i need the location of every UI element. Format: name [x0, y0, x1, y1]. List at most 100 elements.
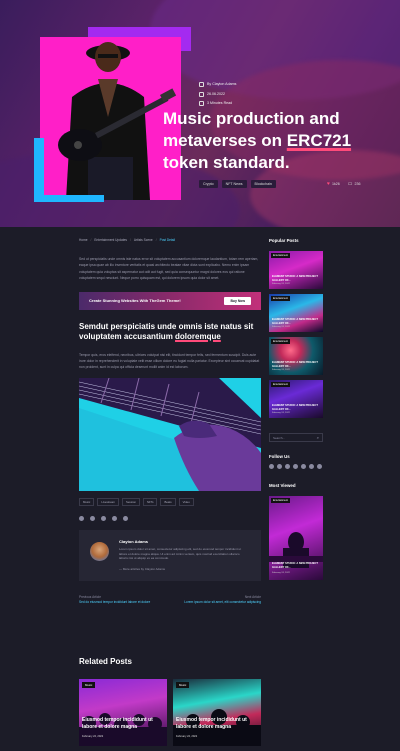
cta-text: Create Stunning Websites With TheGem The…: [89, 298, 181, 304]
popular-post-card[interactable]: Entertainment ELEMENT STUDIO: A NEW PROJ…: [269, 251, 323, 289]
hero-date: 26.06.2022: [207, 91, 225, 96]
section-heading: Semdut perspiciatis unde omnis iste natu…: [79, 322, 261, 343]
content-tag[interactable]: Video: [178, 497, 194, 506]
search-icon[interactable]: ⌕: [317, 435, 319, 440]
popular-post-date: February 24, 2022: [272, 326, 290, 328]
body-paragraph: Tempor quis, eros eleifend, necribus, ul…: [79, 352, 260, 370]
page-title: Music production and metaverses on ERC72…: [163, 108, 393, 174]
title-highlight: ERC721: [286, 131, 352, 150]
hero-author[interactable]: By Clayton Adams: [207, 80, 236, 90]
related-post-card[interactable]: Music Eiusmod tempor incididunt ut labor…: [173, 679, 261, 746]
related-post-date: February 24, 2022: [82, 735, 104, 738]
most-viewed-date: February 24, 2022: [272, 572, 290, 574]
content-tag[interactable]: Session: [122, 497, 140, 506]
post-navigation: Previous Article Sed do eiusmod tempor i…: [79, 595, 261, 605]
breadcrumb-item[interactable]: Artists Scene: [134, 238, 153, 242]
popular-post-category[interactable]: Entertainment: [271, 296, 290, 301]
user-icon: [199, 82, 204, 88]
popular-post-category[interactable]: Entertainment: [271, 382, 290, 387]
breadcrumb-item[interactable]: Home: [79, 238, 88, 242]
like-button[interactable]: ♥ 1k26: [327, 181, 340, 187]
most-viewed-card[interactable]: Entertainment ELEMENT STUDIO: A NEW PROJ…: [269, 496, 323, 580]
page: { "hero": { "author": "By Clayton Adams"…: [0, 0, 400, 751]
next-title[interactable]: Lorem ipsum dolor sit amet, elit consect…: [181, 600, 261, 605]
twitter-icon[interactable]: [269, 464, 274, 469]
linkedin-icon[interactable]: [301, 464, 306, 469]
facebook-icon[interactable]: [277, 464, 282, 469]
related-post-card[interactable]: Music Eiusmod tempor incididunt ut labor…: [79, 679, 167, 746]
related-post-category[interactable]: Music: [82, 682, 96, 688]
instagram-icon[interactable]: [293, 464, 298, 469]
popular-post-card[interactable]: Entertainment ELEMENT STUDIO: A NEW PROJ…: [269, 294, 323, 332]
linkedin-icon[interactable]: [123, 515, 128, 521]
comment-icon: ▭: [347, 181, 353, 187]
popular-post-title[interactable]: ELEMENT STUDIO: A NEW PROJECT GALLERY OF…: [272, 404, 320, 411]
most-viewed-heading: Most Viewed: [269, 483, 296, 488]
clock-icon: [199, 101, 204, 107]
facebook-icon[interactable]: [90, 515, 95, 521]
popular-post-title[interactable]: ELEMENT STUDIO: A NEW PROJECT GALLERY OF…: [272, 361, 320, 368]
hero-tag[interactable]: NFT News: [221, 180, 247, 188]
content-tag[interactable]: NFTs: [142, 497, 158, 506]
popular-post-card[interactable]: Entertainment ELEMENT STUDIO: A NEW PROJ…: [269, 337, 323, 375]
hero-tag[interactable]: Crypto: [199, 180, 218, 188]
popular-post-date: February 24, 2022: [272, 283, 290, 285]
most-viewed-category[interactable]: Entertainment: [271, 498, 290, 503]
content-tag[interactable]: Livestream: [97, 497, 119, 506]
calendar-icon: [199, 91, 204, 97]
search-input[interactable]: Search... ⌕: [269, 433, 323, 442]
popular-post-title[interactable]: ELEMENT STUDIO: A NEW PROJECT GALLERY OF…: [272, 275, 320, 282]
instagram-icon[interactable]: [112, 515, 117, 521]
hero-tag[interactable]: Blockchain: [250, 180, 276, 188]
author-box: Clayton Adams Lorem ipsum dolor sit amet…: [79, 529, 261, 581]
guitar-image: [79, 377, 261, 491]
search-placeholder: Search...: [273, 435, 286, 440]
hero-photo-accent-left: [34, 138, 44, 202]
prev-article-link[interactable]: Previous Article Sed do eiusmod tempor i…: [79, 595, 159, 605]
hero-photo: [40, 37, 181, 200]
like-count: 1k26: [331, 182, 340, 186]
dribbble-icon[interactable]: [317, 464, 322, 469]
next-article-link[interactable]: Next Article Lorem ipsum dolor sit amet,…: [181, 595, 261, 605]
follow-us-heading: Follow Us: [269, 454, 290, 459]
comment-count: 236: [354, 182, 361, 186]
share-icons: [79, 515, 261, 521]
youtube-icon[interactable]: [101, 515, 106, 521]
author-link[interactable]: — More articles by Clayton Adams: [119, 567, 165, 571]
hero-banner: By Clayton Adams 26.06.2022 3 Minutes Re…: [0, 0, 400, 227]
popular-post-category[interactable]: Entertainment: [271, 339, 290, 344]
comment-button[interactable]: ▭ 236: [348, 181, 361, 187]
pinterest-icon[interactable]: [309, 464, 314, 469]
related-posts-heading: Related Posts: [79, 657, 132, 666]
content-tag[interactable]: Music: [79, 497, 95, 506]
intro-paragraph: Sed ut perspiciatis unde omnis iste natu…: [79, 257, 259, 281]
content-tags: Music Livestream Session NFTs Beats Vide…: [79, 497, 261, 506]
related-post-date: February 24, 2022: [176, 735, 198, 738]
hero-photo-accent-bottom: [34, 195, 104, 202]
popular-post-title[interactable]: ELEMENT STUDIO: A NEW PROJECT GALLERY OF…: [272, 318, 320, 325]
hero-tags: Crypto NFT News Blockchain: [199, 180, 276, 188]
heart-icon: ♥: [327, 181, 330, 187]
breadcrumb-current: Post Detail: [159, 238, 175, 242]
avatar[interactable]: [90, 541, 109, 561]
related-post-title[interactable]: Eiusmod tempor incididunt ut labore et d…: [82, 717, 164, 730]
hero-stats: ♥ 1k26 ▭ 236: [327, 181, 361, 187]
buy-now-button[interactable]: Buy Now: [224, 296, 251, 305]
author-name[interactable]: Clayton Adams: [119, 539, 148, 544]
hero-meta: By Clayton Adams 26.06.2022 3 Minutes Re…: [199, 80, 236, 109]
popular-post-category[interactable]: Entertainment: [271, 253, 290, 258]
youtube-icon[interactable]: [285, 464, 290, 469]
popular-post-date: February 24, 2022: [272, 369, 290, 371]
heading-text: Semdut perspiciatis unde omnis iste natu…: [79, 321, 254, 342]
related-post-category[interactable]: Music: [176, 682, 190, 688]
prev-title[interactable]: Sed do eiusmod tempor incididunt labore …: [79, 600, 159, 605]
most-viewed-title[interactable]: ELEMENT STUDIO: A NEW PROJECT GALLERY OF…: [272, 562, 320, 569]
twitter-icon[interactable]: [79, 515, 84, 521]
content-tag[interactable]: Beats: [160, 497, 176, 506]
popular-post-date: February 24, 2022: [272, 412, 290, 414]
popular-post-card[interactable]: Entertainment ELEMENT STUDIO: A NEW PROJ…: [269, 380, 323, 418]
breadcrumb-item[interactable]: Entertainment Updates: [94, 238, 127, 242]
article-main: Home / Entertainment Updates / Artists Sce…: [79, 238, 261, 605]
cta-banner: Create Stunning Websites With TheGem The…: [79, 291, 261, 310]
related-post-title[interactable]: Eiusmod tempor incididunt ut labore et d…: [176, 717, 258, 730]
